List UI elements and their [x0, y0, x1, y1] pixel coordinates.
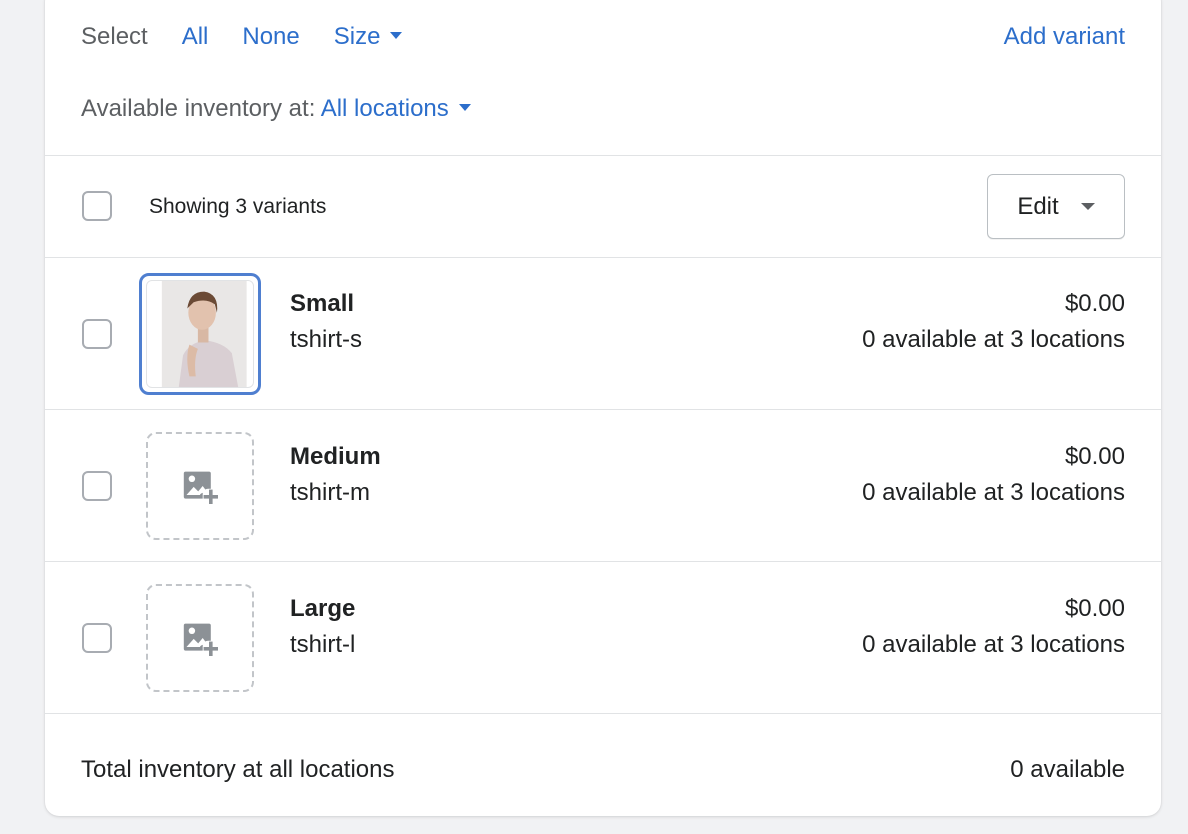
select-all-link[interactable]: All	[182, 23, 209, 51]
variant-availability: 0 available at 3 locations	[862, 631, 1125, 658]
caret-down-icon	[1080, 203, 1095, 210]
variant-price: $0.00	[1064, 290, 1125, 317]
select-all-checkbox[interactable]	[82, 191, 112, 221]
showing-count: Showing 3 variants	[149, 195, 327, 218]
select-toolbar: Select All None Size	[81, 23, 436, 51]
select-none-link[interactable]: None	[242, 23, 299, 51]
variant-checkbox[interactable]	[82, 319, 112, 349]
variant-name[interactable]: Medium	[290, 443, 381, 471]
caret-down-icon	[390, 32, 403, 40]
tshirt-model-photo	[146, 280, 254, 388]
location-dropdown[interactable]: All locations	[321, 95, 471, 122]
variant-availability: 0 available at 3 locations	[862, 479, 1125, 506]
total-inventory-value: 0 available	[1010, 756, 1125, 783]
divider	[45, 155, 1161, 156]
add-image-dropzone[interactable]	[146, 432, 254, 540]
divider	[45, 713, 1161, 714]
edit-label: Edit	[1017, 192, 1059, 220]
location-value: All locations	[320, 95, 449, 122]
variant-sku: tshirt-l	[290, 631, 356, 658]
variants-card: Select All None Size Add variant Availab…	[45, 0, 1161, 816]
inventory-label: Available inventory at:	[81, 95, 316, 122]
select-size-dropdown[interactable]: Size	[334, 23, 403, 51]
edit-button[interactable]: Edit	[987, 174, 1125, 239]
add-variant-link[interactable]: Add variant	[1004, 23, 1125, 51]
add-image-icon	[183, 623, 218, 656]
caret-down-icon	[458, 104, 471, 112]
variant-checkbox[interactable]	[82, 623, 112, 653]
variant-sku: tshirt-s	[290, 326, 362, 353]
add-image-dropzone[interactable]	[146, 584, 254, 692]
add-image-icon	[183, 471, 218, 504]
variant-availability: 0 available at 3 locations	[862, 326, 1125, 353]
inventory-location-filter: Available inventory at: All locations	[81, 95, 471, 123]
variant-checkbox[interactable]	[82, 471, 112, 501]
variant-price: $0.00	[1064, 443, 1125, 470]
divider	[45, 561, 1161, 562]
variant-image[interactable]	[139, 273, 261, 395]
variant-name[interactable]: Small	[290, 290, 354, 318]
size-label: Size	[333, 23, 381, 50]
divider	[45, 257, 1161, 258]
variant-price: $0.00	[1064, 595, 1125, 622]
select-label: Select	[81, 23, 148, 50]
total-inventory-label: Total inventory at all locations	[81, 756, 395, 783]
variant-name[interactable]: Large	[290, 595, 355, 623]
divider	[45, 409, 1161, 410]
variant-sku: tshirt-m	[290, 479, 370, 506]
